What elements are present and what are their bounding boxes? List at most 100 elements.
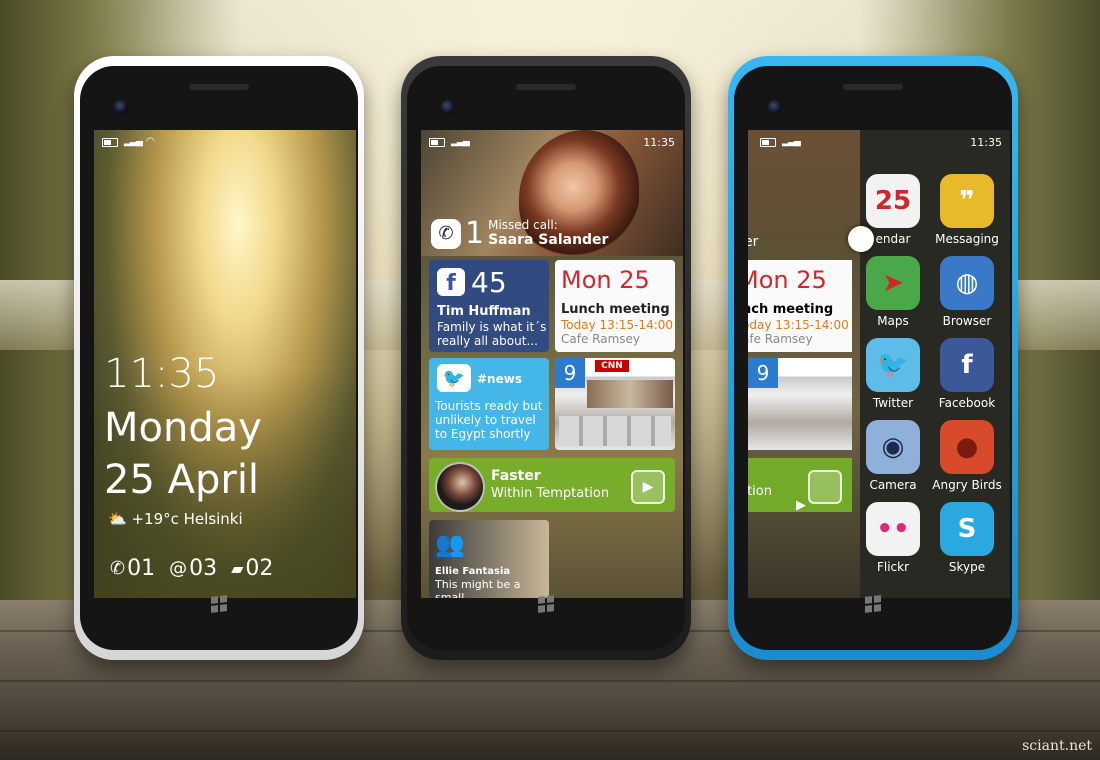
front-camera (768, 100, 782, 114)
calls-count[interactable]: ✆ 01 (110, 556, 155, 581)
lock-screen[interactable]: ▂▃▄ ◠ 11:35 Monday 25 April ⛅ +19°c Hels… (94, 130, 356, 598)
phone-icon: ✆ (431, 218, 461, 249)
signal-icon: ▂▃▄ (124, 137, 143, 147)
app-icon: 🐦 (866, 338, 920, 392)
play-icon: ▶ (642, 479, 654, 495)
app-icon: ◉ (866, 420, 920, 474)
speaker (189, 84, 249, 90)
battery-icon (760, 138, 776, 147)
at-icon: @ (169, 558, 188, 579)
status-time: 11:35 (970, 136, 1002, 149)
missed-count: 1 (465, 215, 485, 251)
app-10[interactable]: S Skype (932, 502, 1002, 574)
app-list-screen[interactable]: er Mon 25 nch meeting oday 13:15-14:00 a… (748, 130, 1010, 598)
credit: sciant.net (1022, 738, 1092, 754)
missed-call[interactable]: ✆ 1 Missed call: Saara Salander (431, 218, 608, 249)
facebook-icon: f (437, 268, 465, 296)
play-button[interactable]: ▶ (796, 470, 842, 513)
album-art (435, 462, 485, 512)
message-icon: ▰ (231, 559, 244, 578)
people-icon: 👥 (435, 530, 465, 558)
app-6[interactable]: f Facebook (932, 338, 1002, 410)
front-camera (114, 100, 128, 114)
app-label: Angry Birds (932, 478, 1002, 492)
music-tile-peek[interactable]: tation ▶ (748, 458, 852, 513)
song-title: Faster (491, 468, 541, 484)
app-label: Maps (877, 314, 909, 328)
windows-key[interactable] (211, 595, 227, 613)
cnn-logo: CNN (595, 360, 629, 372)
app-2[interactable]: ❞ Messaging (932, 174, 1002, 246)
app-icon: S (940, 502, 994, 556)
app-3[interactable]: ➤ Maps (858, 256, 928, 328)
twitter-tile[interactable]: 🐦 #news Tourists ready but unlikely to t… (429, 358, 549, 450)
facebook-tile[interactable]: f 45 Tim Huffman Family is what it´s rea… (429, 260, 549, 352)
drag-handle[interactable] (848, 226, 874, 252)
app-panel: ▂▃▄ 11:35 25 endar ❞ Messaging ➤ Maps ◍ Browser… (760, 130, 1010, 598)
app-label: Flickr (876, 560, 910, 574)
signal-icon: ▂▃▄ (782, 137, 801, 147)
notification-counts: ✆ 01 @03 ▰ 02 (110, 556, 273, 581)
battery-icon (429, 138, 445, 147)
status-bar: ▂▃▄ 11:35 (429, 136, 675, 150)
calendar-title: Lunch meeting (561, 302, 670, 317)
app-icon: ❞ (940, 174, 994, 228)
news-badge: 9 (555, 358, 585, 388)
battery-icon (102, 138, 118, 147)
app-icon: f (940, 338, 994, 392)
music-tile[interactable]: Faster Within Temptation ▶ (429, 458, 675, 512)
phone-icon: ✆ (110, 558, 126, 579)
facebook-count: 45 (471, 266, 507, 299)
calendar-time: Today 13:15-14:00 (561, 318, 674, 332)
facebook-name: Tim Huffman (437, 304, 531, 319)
app-label: Twitter (872, 396, 914, 410)
home-screen-peek[interactable]: er Mon 25 nch meeting oday 13:15-14:00 a… (748, 130, 860, 598)
calendar-place: Cafe Ramsey (561, 332, 641, 346)
status-bar: ▂▃▄ 11:35 (760, 136, 1002, 150)
app-label: Camera (869, 478, 917, 492)
messages-count[interactable]: ▰ 02 (231, 556, 273, 581)
calendar-day: Mon (561, 266, 612, 294)
speaker (843, 84, 903, 90)
windows-key[interactable] (538, 595, 554, 613)
lock-time: 11:35 (104, 351, 220, 397)
app-4[interactable]: ◍ Browser (932, 256, 1002, 328)
wifi-icon: ◠ (146, 136, 155, 147)
missed-name: Saara Salander (488, 232, 609, 249)
app-icon: ➤ (866, 256, 920, 310)
calendar-tile-peek[interactable]: Mon 25 nch meeting oday 13:15-14:00 afe … (748, 260, 852, 352)
app-icon: ● (940, 420, 994, 474)
signal-icon: ▂▃▄ (451, 137, 470, 147)
twitter-message: Tourists ready but unlikely to travel to… (435, 399, 543, 441)
app-label: Browser (942, 314, 992, 328)
app-icon: ◍ (940, 256, 994, 310)
lock-date: 25 April (104, 457, 260, 503)
phone-blue: er Mon 25 nch meeting oday 13:15-14:00 a… (728, 56, 1018, 660)
twitter-icon: 🐦 (437, 364, 471, 392)
people-tile[interactable]: 👥 Ellie Fantasia This might be a small (429, 520, 549, 598)
app-7[interactable]: ◉ Camera (858, 420, 928, 492)
lock-day: Monday (104, 405, 262, 451)
app-9[interactable]: •• Flickr (858, 502, 928, 574)
people-name: Ellie Fantasia (435, 566, 511, 577)
windows-key[interactable] (865, 595, 881, 613)
weather: ⛅ +19°c Helsinki (108, 510, 243, 528)
peek-hero-text: er (748, 234, 759, 250)
play-button[interactable]: ▶ (631, 470, 665, 504)
news-tile[interactable]: CNN 9 (555, 358, 675, 450)
speaker (516, 84, 576, 90)
news-tile-peek[interactable]: 9 (748, 358, 852, 450)
twitter-tag: #news (477, 372, 522, 386)
app-icon: 25 (866, 174, 920, 228)
status-bar: ▂▃▄ ◠ (102, 136, 348, 150)
app-label: Facebook (938, 396, 996, 410)
people-message: This might be a small (435, 578, 521, 598)
weather-icon: ⛅ (108, 510, 127, 528)
artist-name: Within Temptation (491, 486, 610, 501)
home-screen[interactable]: ▂▃▄ 11:35 ✆ 1 Missed call: Saara Salande… (421, 130, 683, 598)
phone-black: ▂▃▄ 11:35 ✆ 1 Missed call: Saara Salande… (401, 56, 691, 660)
mentions-count[interactable]: @03 (169, 556, 217, 581)
app-8[interactable]: ● Angry Birds (932, 420, 1002, 492)
calendar-tile[interactable]: Mon 25 Lunch meeting Today 13:15-14:00 C… (555, 260, 675, 352)
app-5[interactable]: 🐦 Twitter (858, 338, 928, 410)
